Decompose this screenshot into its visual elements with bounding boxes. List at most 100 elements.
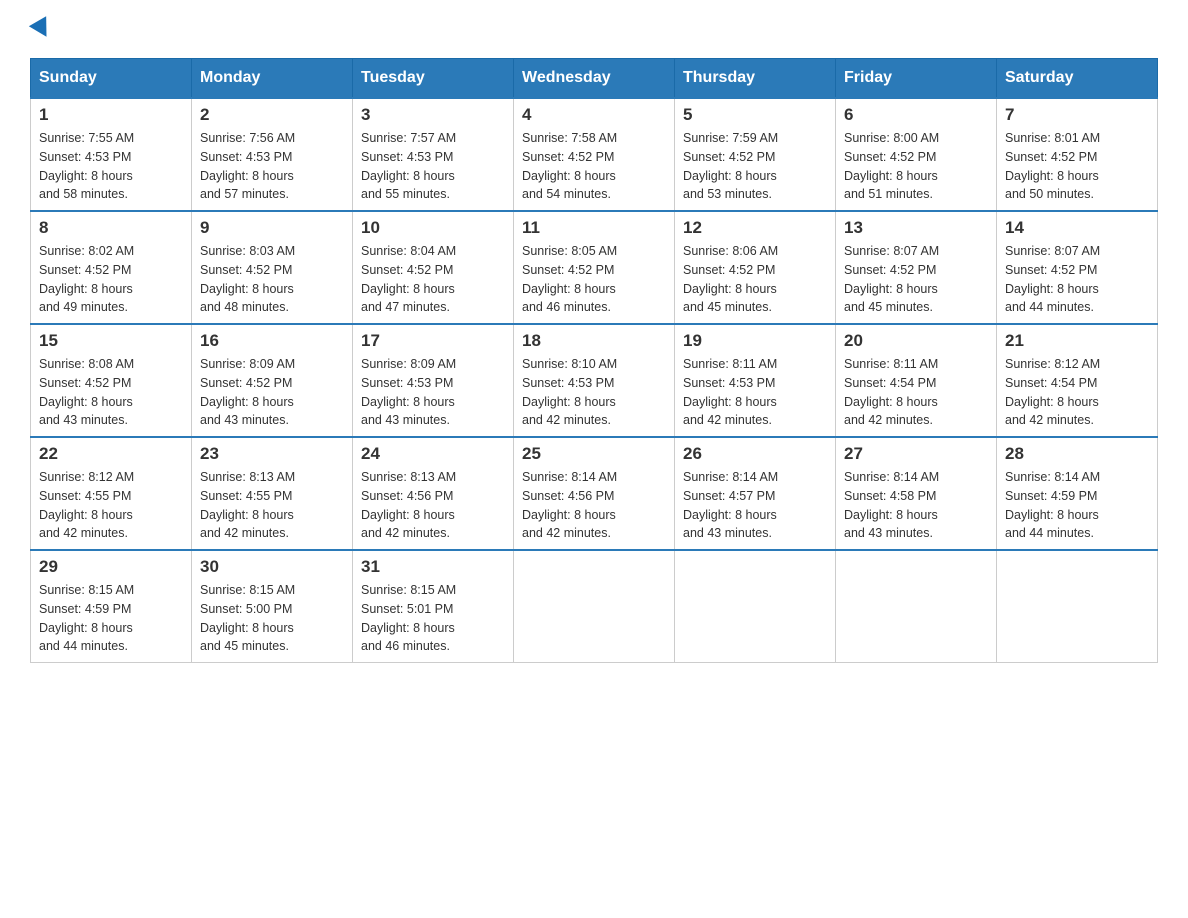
calendar-cell: 2 Sunrise: 7:56 AMSunset: 4:53 PMDayligh… xyxy=(192,98,353,211)
day-info: Sunrise: 8:07 AMSunset: 4:52 PMDaylight:… xyxy=(1005,242,1149,317)
day-info: Sunrise: 8:09 AMSunset: 4:52 PMDaylight:… xyxy=(200,355,344,430)
day-info: Sunrise: 8:11 AMSunset: 4:54 PMDaylight:… xyxy=(844,355,988,430)
day-number: 2 xyxy=(200,105,344,125)
day-number: 6 xyxy=(844,105,988,125)
day-number: 17 xyxy=(361,331,505,351)
day-info: Sunrise: 8:14 AMSunset: 4:59 PMDaylight:… xyxy=(1005,468,1149,543)
day-info: Sunrise: 8:06 AMSunset: 4:52 PMDaylight:… xyxy=(683,242,827,317)
day-number: 5 xyxy=(683,105,827,125)
calendar-cell: 21 Sunrise: 8:12 AMSunset: 4:54 PMDaylig… xyxy=(997,324,1158,437)
calendar-cell: 31 Sunrise: 8:15 AMSunset: 5:01 PMDaylig… xyxy=(353,550,514,663)
page-header xyxy=(30,20,1158,38)
calendar-cell: 10 Sunrise: 8:04 AMSunset: 4:52 PMDaylig… xyxy=(353,211,514,324)
week-row-2: 8 Sunrise: 8:02 AMSunset: 4:52 PMDayligh… xyxy=(31,211,1158,324)
day-number: 22 xyxy=(39,444,183,464)
calendar-cell: 27 Sunrise: 8:14 AMSunset: 4:58 PMDaylig… xyxy=(836,437,997,550)
header-day-saturday: Saturday xyxy=(997,59,1158,99)
day-number: 18 xyxy=(522,331,666,351)
day-info: Sunrise: 7:57 AMSunset: 4:53 PMDaylight:… xyxy=(361,129,505,204)
calendar-cell: 25 Sunrise: 8:14 AMSunset: 4:56 PMDaylig… xyxy=(514,437,675,550)
calendar-cell xyxy=(836,550,997,663)
day-info: Sunrise: 8:15 AMSunset: 5:00 PMDaylight:… xyxy=(200,581,344,656)
day-info: Sunrise: 8:07 AMSunset: 4:52 PMDaylight:… xyxy=(844,242,988,317)
day-number: 26 xyxy=(683,444,827,464)
day-number: 23 xyxy=(200,444,344,464)
day-info: Sunrise: 8:05 AMSunset: 4:52 PMDaylight:… xyxy=(522,242,666,317)
logo-triangle-icon xyxy=(29,16,55,42)
calendar-cell: 17 Sunrise: 8:09 AMSunset: 4:53 PMDaylig… xyxy=(353,324,514,437)
calendar-cell: 7 Sunrise: 8:01 AMSunset: 4:52 PMDayligh… xyxy=(997,98,1158,211)
day-info: Sunrise: 8:11 AMSunset: 4:53 PMDaylight:… xyxy=(683,355,827,430)
day-info: Sunrise: 7:59 AMSunset: 4:52 PMDaylight:… xyxy=(683,129,827,204)
day-info: Sunrise: 8:03 AMSunset: 4:52 PMDaylight:… xyxy=(200,242,344,317)
day-info: Sunrise: 8:02 AMSunset: 4:52 PMDaylight:… xyxy=(39,242,183,317)
day-info: Sunrise: 8:15 AMSunset: 5:01 PMDaylight:… xyxy=(361,581,505,656)
logo-blue xyxy=(30,20,48,38)
calendar-cell: 18 Sunrise: 8:10 AMSunset: 4:53 PMDaylig… xyxy=(514,324,675,437)
calendar-cell: 9 Sunrise: 8:03 AMSunset: 4:52 PMDayligh… xyxy=(192,211,353,324)
calendar-cell: 13 Sunrise: 8:07 AMSunset: 4:52 PMDaylig… xyxy=(836,211,997,324)
day-info: Sunrise: 8:13 AMSunset: 4:55 PMDaylight:… xyxy=(200,468,344,543)
week-row-3: 15 Sunrise: 8:08 AMSunset: 4:52 PMDaylig… xyxy=(31,324,1158,437)
header-day-friday: Friday xyxy=(836,59,997,99)
day-info: Sunrise: 7:55 AMSunset: 4:53 PMDaylight:… xyxy=(39,129,183,204)
day-number: 28 xyxy=(1005,444,1149,464)
calendar-cell: 6 Sunrise: 8:00 AMSunset: 4:52 PMDayligh… xyxy=(836,98,997,211)
day-info: Sunrise: 8:14 AMSunset: 4:57 PMDaylight:… xyxy=(683,468,827,543)
day-info: Sunrise: 8:04 AMSunset: 4:52 PMDaylight:… xyxy=(361,242,505,317)
day-number: 20 xyxy=(844,331,988,351)
day-info: Sunrise: 8:08 AMSunset: 4:52 PMDaylight:… xyxy=(39,355,183,430)
day-info: Sunrise: 7:58 AMSunset: 4:52 PMDaylight:… xyxy=(522,129,666,204)
calendar-cell: 1 Sunrise: 7:55 AMSunset: 4:53 PMDayligh… xyxy=(31,98,192,211)
day-number: 13 xyxy=(844,218,988,238)
day-number: 12 xyxy=(683,218,827,238)
logo xyxy=(30,20,48,38)
day-info: Sunrise: 8:00 AMSunset: 4:52 PMDaylight:… xyxy=(844,129,988,204)
day-number: 31 xyxy=(361,557,505,577)
day-info: Sunrise: 8:01 AMSunset: 4:52 PMDaylight:… xyxy=(1005,129,1149,204)
day-info: Sunrise: 7:56 AMSunset: 4:53 PMDaylight:… xyxy=(200,129,344,204)
day-number: 9 xyxy=(200,218,344,238)
day-number: 4 xyxy=(522,105,666,125)
calendar-cell: 11 Sunrise: 8:05 AMSunset: 4:52 PMDaylig… xyxy=(514,211,675,324)
calendar-cell: 5 Sunrise: 7:59 AMSunset: 4:52 PMDayligh… xyxy=(675,98,836,211)
calendar-cell: 24 Sunrise: 8:13 AMSunset: 4:56 PMDaylig… xyxy=(353,437,514,550)
day-info: Sunrise: 8:12 AMSunset: 4:54 PMDaylight:… xyxy=(1005,355,1149,430)
calendar-cell: 23 Sunrise: 8:13 AMSunset: 4:55 PMDaylig… xyxy=(192,437,353,550)
day-number: 11 xyxy=(522,218,666,238)
day-number: 8 xyxy=(39,218,183,238)
day-number: 16 xyxy=(200,331,344,351)
calendar-cell: 8 Sunrise: 8:02 AMSunset: 4:52 PMDayligh… xyxy=(31,211,192,324)
day-number: 15 xyxy=(39,331,183,351)
day-number: 3 xyxy=(361,105,505,125)
day-info: Sunrise: 8:10 AMSunset: 4:53 PMDaylight:… xyxy=(522,355,666,430)
header-day-wednesday: Wednesday xyxy=(514,59,675,99)
calendar-cell: 3 Sunrise: 7:57 AMSunset: 4:53 PMDayligh… xyxy=(353,98,514,211)
header-day-tuesday: Tuesday xyxy=(353,59,514,99)
calendar-cell: 29 Sunrise: 8:15 AMSunset: 4:59 PMDaylig… xyxy=(31,550,192,663)
calendar-cell xyxy=(514,550,675,663)
day-number: 30 xyxy=(200,557,344,577)
day-info: Sunrise: 8:09 AMSunset: 4:53 PMDaylight:… xyxy=(361,355,505,430)
calendar-cell: 16 Sunrise: 8:09 AMSunset: 4:52 PMDaylig… xyxy=(192,324,353,437)
day-info: Sunrise: 8:13 AMSunset: 4:56 PMDaylight:… xyxy=(361,468,505,543)
header-day-monday: Monday xyxy=(192,59,353,99)
day-number: 21 xyxy=(1005,331,1149,351)
day-info: Sunrise: 8:12 AMSunset: 4:55 PMDaylight:… xyxy=(39,468,183,543)
header-day-sunday: Sunday xyxy=(31,59,192,99)
calendar-cell: 26 Sunrise: 8:14 AMSunset: 4:57 PMDaylig… xyxy=(675,437,836,550)
day-number: 10 xyxy=(361,218,505,238)
calendar-cell: 20 Sunrise: 8:11 AMSunset: 4:54 PMDaylig… xyxy=(836,324,997,437)
calendar-cell: 15 Sunrise: 8:08 AMSunset: 4:52 PMDaylig… xyxy=(31,324,192,437)
header-day-thursday: Thursday xyxy=(675,59,836,99)
week-row-4: 22 Sunrise: 8:12 AMSunset: 4:55 PMDaylig… xyxy=(31,437,1158,550)
day-number: 7 xyxy=(1005,105,1149,125)
week-row-1: 1 Sunrise: 7:55 AMSunset: 4:53 PMDayligh… xyxy=(31,98,1158,211)
day-info: Sunrise: 8:15 AMSunset: 4:59 PMDaylight:… xyxy=(39,581,183,656)
week-row-5: 29 Sunrise: 8:15 AMSunset: 4:59 PMDaylig… xyxy=(31,550,1158,663)
calendar-cell: 4 Sunrise: 7:58 AMSunset: 4:52 PMDayligh… xyxy=(514,98,675,211)
day-number: 29 xyxy=(39,557,183,577)
calendar-cell: 14 Sunrise: 8:07 AMSunset: 4:52 PMDaylig… xyxy=(997,211,1158,324)
day-number: 1 xyxy=(39,105,183,125)
calendar-cell: 30 Sunrise: 8:15 AMSunset: 5:00 PMDaylig… xyxy=(192,550,353,663)
